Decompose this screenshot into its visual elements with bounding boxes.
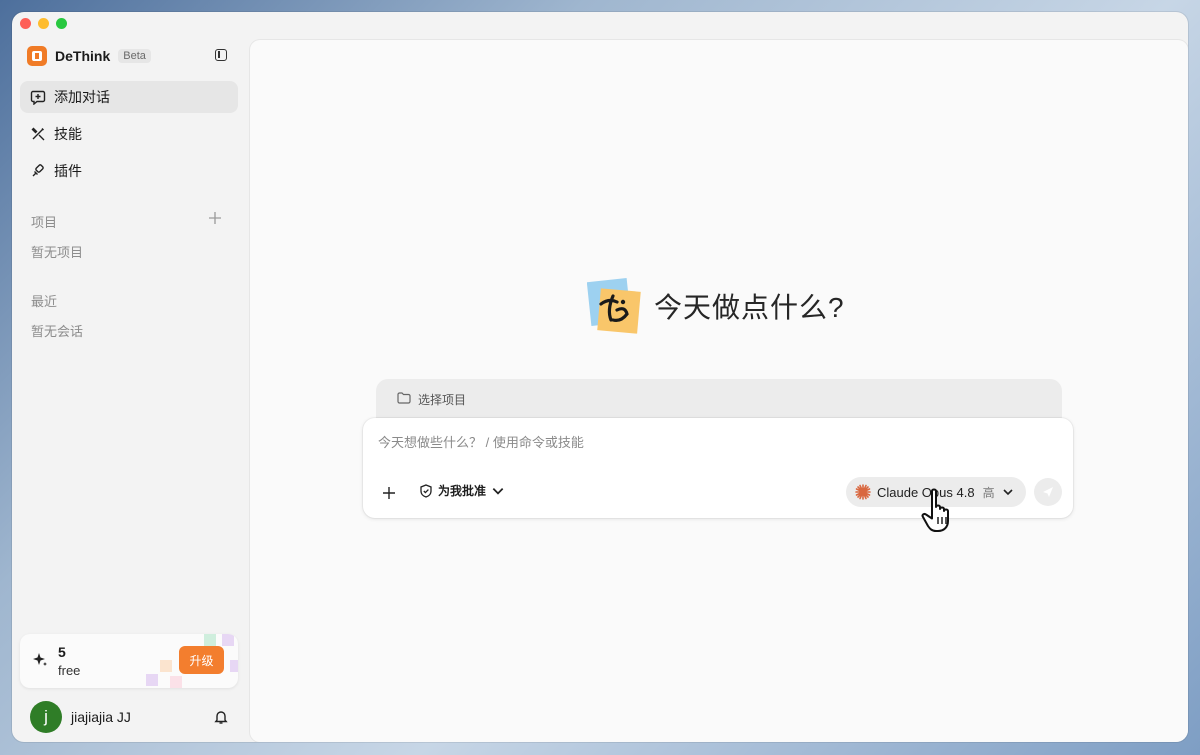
sidebar: DeThink Beta 添加对话 技能 插件 项目 暂无项目 最近 暂无会话 xyxy=(12,12,250,742)
credits-card: 5 free 升级 xyxy=(20,634,238,688)
nav-plugins[interactable]: 插件 xyxy=(20,155,238,187)
add-project-icon[interactable] xyxy=(208,211,222,225)
sidebar-toggle-icon[interactable] xyxy=(215,49,227,61)
decor-pixel xyxy=(204,634,216,646)
app-window: DeThink Beta 添加对话 技能 插件 项目 暂无项目 最近 暂无会话 xyxy=(12,12,1188,742)
bell-icon[interactable] xyxy=(213,709,229,725)
folder-icon xyxy=(397,392,411,404)
avatar: j xyxy=(30,701,62,733)
approval-mode-dropdown[interactable]: 为我批准 xyxy=(419,482,505,499)
send-button[interactable] xyxy=(1034,478,1062,506)
user-profile[interactable]: j jiajiajia JJ xyxy=(30,701,131,733)
nav-new-chat-label: 添加对话 xyxy=(54,89,110,105)
greeting-title: 今天做点什么? xyxy=(654,292,845,323)
recent-empty: 暂无会话 xyxy=(31,324,84,339)
nav-skills[interactable]: 技能 xyxy=(20,118,238,150)
decor-pixel xyxy=(170,676,182,688)
sparkle-icon xyxy=(33,653,47,666)
decor-pixel xyxy=(146,674,158,686)
projects-empty: 暂无项目 xyxy=(31,245,84,260)
shield-check-icon xyxy=(420,483,432,498)
skills-icon xyxy=(30,126,46,142)
add-attachment-icon[interactable] xyxy=(382,486,396,500)
decor-pixel xyxy=(160,660,172,672)
mascot-icon xyxy=(586,276,642,336)
send-icon xyxy=(1043,487,1053,497)
app-logo-icon xyxy=(27,46,47,66)
app-name: DeThink xyxy=(55,48,111,64)
message-input[interactable]: 今天想做些什么？ / 使用命令或技能 xyxy=(378,432,584,451)
chevron-down-icon xyxy=(1003,489,1013,496)
claude-burst-icon xyxy=(855,484,871,500)
reasoning-level: 高 xyxy=(982,485,995,500)
message-composer[interactable]: 今天想做些什么？ / 使用命令或技能 为我批准 Claude Opus 4.8 … xyxy=(363,418,1073,518)
plugin-icon xyxy=(30,163,46,179)
decor-pixel xyxy=(230,660,238,672)
new-chat-icon xyxy=(30,89,46,105)
beta-badge: Beta xyxy=(118,49,151,63)
project-selector[interactable]: 选择项目 xyxy=(376,379,1062,419)
projects-section-title: 项目 xyxy=(31,215,58,230)
chevron-down-icon xyxy=(492,487,504,495)
nav-new-chat[interactable]: 添加对话 xyxy=(20,81,238,113)
recent-section-title: 最近 xyxy=(31,294,58,309)
approval-mode-label: 为我批准 xyxy=(438,484,487,498)
credits-count: 5 xyxy=(58,644,66,660)
hero: 今天做点什么? xyxy=(586,276,845,336)
upgrade-button[interactable]: 升级 xyxy=(179,646,224,674)
nav-skills-label: 技能 xyxy=(54,126,82,142)
nav-plugins-label: 插件 xyxy=(54,163,82,179)
user-name: jiajiajia JJ xyxy=(71,709,131,725)
decor-pixel xyxy=(222,634,234,646)
main-panel: 今天做点什么? 选择项目 今天想做些什么？ / 使用命令或技能 为我批准 Cla… xyxy=(250,40,1188,742)
project-selector-label: 选择项目 xyxy=(418,393,467,407)
brand: DeThink Beta xyxy=(27,46,151,66)
plan-name: free xyxy=(58,663,81,678)
hand-cursor-icon xyxy=(921,488,949,532)
